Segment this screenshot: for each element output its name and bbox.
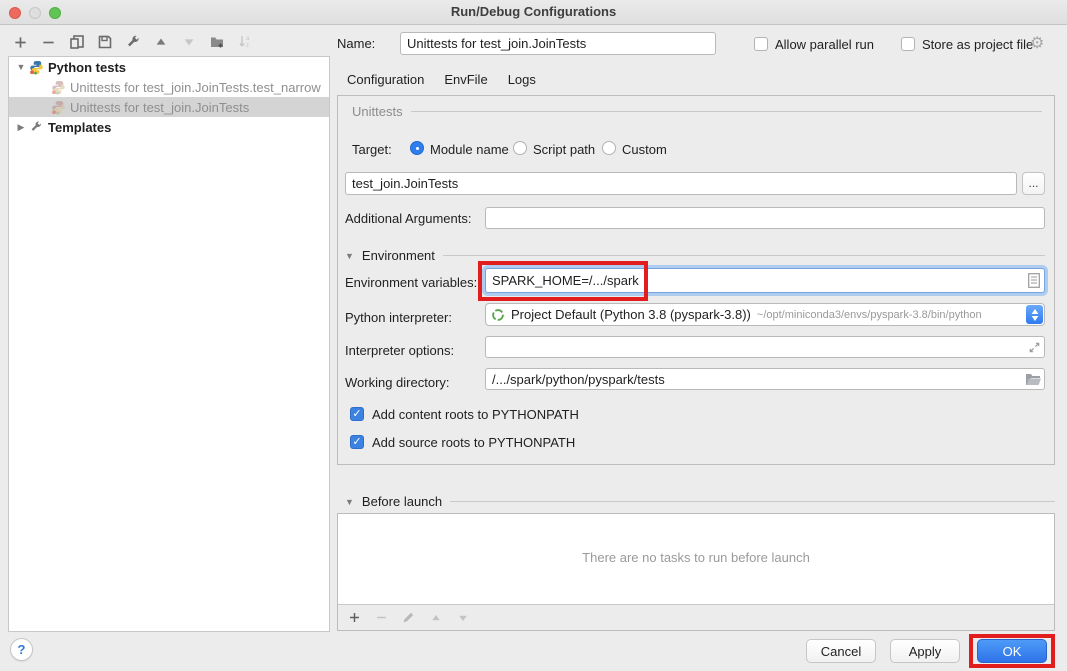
working-directory-input[interactable]: [485, 368, 1045, 390]
templates-wrench-icon: [29, 120, 44, 135]
python-interpreter-select[interactable]: Project Default (Python 3.8 (pyspark-3.8…: [485, 303, 1045, 326]
svg-text:z: z: [246, 43, 249, 49]
remove-configuration-icon[interactable]: [40, 34, 57, 51]
remove-task-icon: [373, 609, 390, 626]
radio-script-path-label: Script path: [533, 142, 595, 157]
python-interpreter-label: Python interpreter:: [345, 310, 452, 325]
move-up-icon[interactable]: [152, 34, 169, 51]
add-source-roots-label: Add source roots to PYTHONPATH: [372, 435, 575, 450]
environment-variables-label: Environment variables:: [345, 275, 477, 290]
tree-item-label: Templates: [48, 120, 111, 135]
python-interpreter-value: Project Default (Python 3.8 (pyspark-3.8…: [511, 307, 751, 322]
additional-arguments-input[interactable]: [485, 207, 1045, 229]
svg-text:a: a: [246, 36, 250, 42]
gear-icon[interactable]: ⚙: [1030, 33, 1044, 53]
allow-parallel-run-checkbox[interactable]: [754, 37, 768, 51]
before-launch-toolbar: [346, 609, 471, 626]
tree-item-unittests-jointests-selected[interactable]: Unittests for test_join.JoinTests: [9, 97, 329, 117]
radio-module-name-label: Module name: [430, 142, 509, 157]
environment-variables-input[interactable]: [485, 268, 1045, 293]
unittests-group-header: Unittests: [352, 104, 1042, 119]
chevron-down-icon[interactable]: ▼: [345, 497, 354, 507]
divider: [450, 501, 1055, 502]
python-tests-icon: [29, 60, 44, 75]
radio-custom[interactable]: [602, 141, 616, 155]
divider: [443, 255, 1045, 256]
radio-script-path[interactable]: [513, 141, 527, 155]
before-launch-task-list[interactable]: There are no tasks to run before launch: [338, 514, 1054, 605]
name-input[interactable]: [400, 32, 716, 55]
unittests-group-title: Unittests: [352, 104, 403, 119]
tree-item-unittests-test-narrow[interactable]: Unittests for test_join.JoinTests.test_n…: [9, 77, 329, 97]
python-test-config-icon: [51, 80, 66, 95]
before-launch-section-title: Before launch: [362, 494, 442, 509]
tree-item-label: Unittests for test_join.JoinTests.test_n…: [70, 80, 321, 95]
before-launch-panel: There are no tasks to run before launch: [337, 513, 1055, 631]
allow-parallel-run-label: Allow parallel run: [775, 37, 874, 52]
browse-target-button[interactable]: ...: [1022, 172, 1045, 195]
help-button[interactable]: ?: [10, 638, 33, 661]
environment-section-title: Environment: [362, 248, 435, 263]
configuration-tabs: Configuration EnvFile Logs: [337, 66, 546, 98]
create-folder-icon[interactable]: [208, 34, 225, 51]
save-configuration-icon[interactable]: [96, 34, 113, 51]
sort-configurations-icon: az: [236, 34, 253, 51]
divider: [411, 111, 1042, 112]
store-as-project-file-label: Store as project file: [922, 37, 1033, 52]
run-debug-configurations-dialog: Run/Debug Configurations az: [0, 0, 1067, 671]
move-task-up-icon: [427, 609, 444, 626]
add-content-roots-label: Add content roots to PYTHONPATH: [372, 407, 579, 422]
target-input[interactable]: [345, 172, 1017, 195]
python-interpreter-path: ~/opt/miniconda3/envs/pyspark-3.8/bin/py…: [757, 309, 982, 321]
move-task-down-icon: [454, 609, 471, 626]
python-test-config-icon: [51, 100, 66, 115]
edit-templates-wrench-icon[interactable]: [124, 34, 141, 51]
additional-arguments-label: Additional Arguments:: [345, 211, 471, 226]
add-configuration-icon[interactable]: [12, 34, 29, 51]
window-title: Run/Debug Configurations: [0, 4, 1067, 19]
radio-module-name[interactable]: [410, 141, 424, 155]
apply-button[interactable]: Apply: [890, 639, 960, 663]
interpreter-options-input[interactable]: [485, 336, 1045, 358]
tree-item-templates[interactable]: ▶ Templates: [9, 117, 329, 137]
interpreter-options-label: Interpreter options:: [345, 343, 454, 358]
expand-field-icon[interactable]: [1026, 339, 1042, 355]
tab-envfile[interactable]: EnvFile: [434, 66, 497, 98]
configurations-tree: ▼ Python tests Unittests for test_join.J…: [8, 56, 330, 632]
title-bar: Run/Debug Configurations: [0, 0, 1067, 25]
before-launch-empty-text: There are no tasks to run before launch: [338, 550, 1054, 565]
before-launch-section-header[interactable]: ▼ Before launch: [345, 494, 1055, 509]
ok-button[interactable]: OK: [977, 639, 1047, 663]
tree-item-label: Python tests: [48, 60, 126, 75]
radio-custom-label: Custom: [622, 142, 667, 157]
name-label: Name:: [337, 36, 375, 51]
tree-item-python-tests[interactable]: ▼ Python tests: [9, 57, 329, 77]
copy-configuration-icon[interactable]: [68, 34, 85, 51]
working-directory-label: Working directory:: [345, 375, 450, 390]
environment-section-header[interactable]: ▼ Environment: [345, 248, 1045, 263]
configurations-toolbar: az: [12, 31, 253, 53]
browse-folder-icon[interactable]: [1024, 371, 1042, 387]
dropdown-stepper-icon[interactable]: [1026, 305, 1043, 324]
add-source-roots-checkbox[interactable]: ✓: [350, 435, 364, 449]
edit-environment-variables-icon[interactable]: [1026, 272, 1042, 289]
tab-logs[interactable]: Logs: [498, 66, 546, 98]
move-down-icon: [180, 34, 197, 51]
edit-task-pencil-icon: [400, 609, 417, 626]
store-as-project-file-checkbox[interactable]: [901, 37, 915, 51]
add-task-icon[interactable]: [346, 609, 363, 626]
chevron-down-icon[interactable]: ▼: [15, 62, 27, 72]
target-label: Target:: [352, 142, 392, 157]
tab-configuration[interactable]: Configuration: [337, 66, 434, 98]
chevron-right-icon[interactable]: ▶: [15, 122, 27, 133]
add-content-roots-checkbox[interactable]: ✓: [350, 407, 364, 421]
chevron-down-icon[interactable]: ▼: [345, 251, 354, 261]
conda-environment-icon: [491, 308, 505, 322]
cancel-button[interactable]: Cancel: [806, 639, 876, 663]
tree-item-label: Unittests for test_join.JoinTests: [70, 100, 249, 115]
